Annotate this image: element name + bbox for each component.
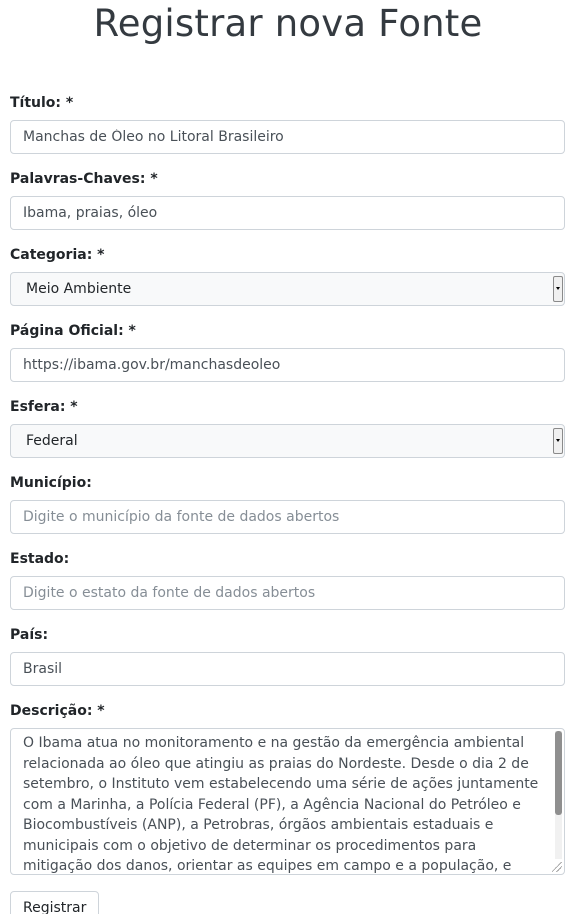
- pais-input[interactable]: [10, 652, 565, 686]
- field-titulo: Título: *: [10, 94, 566, 154]
- titulo-label: Título: *: [10, 95, 74, 111]
- esfera-selected-value: Federal: [26, 433, 78, 449]
- municipio-label: Município:: [10, 475, 92, 491]
- registrar-button[interactable]: Registrar: [10, 891, 100, 914]
- field-esfera: Esfera: * Federal: [10, 398, 566, 458]
- field-pais: País:: [10, 626, 566, 686]
- descricao-label: Descrição: *: [10, 703, 105, 719]
- field-estado: Estado:: [10, 550, 566, 610]
- pagina-oficial-label: Página Oficial: *: [10, 323, 136, 339]
- field-palavras-chaves: Palavras-Chaves: *: [10, 170, 566, 230]
- palavras-chaves-input[interactable]: [10, 196, 565, 230]
- palavras-chaves-label: Palavras-Chaves: *: [10, 171, 158, 187]
- titulo-input[interactable]: [10, 120, 565, 154]
- categoria-select[interactable]: Meio Ambiente: [10, 272, 565, 306]
- register-source-form: Título: * Palavras-Chaves: * Categoria: …: [10, 94, 566, 914]
- chevron-down-icon[interactable]: [553, 428, 563, 454]
- estado-input[interactable]: [10, 576, 565, 610]
- descricao-textarea[interactable]: O Ibama atua no monitoramento e na gestã…: [10, 728, 565, 875]
- pais-label: País:: [10, 627, 49, 643]
- municipio-input[interactable]: [10, 500, 565, 534]
- esfera-select[interactable]: Federal: [10, 424, 565, 458]
- descricao-scrollbar[interactable]: [555, 731, 562, 859]
- descricao-scroll-thumb[interactable]: [555, 731, 562, 815]
- descricao-text: O Ibama atua no monitoramento e na gestã…: [23, 735, 539, 874]
- page-title: Registrar nova Fonte: [93, 2, 483, 45]
- categoria-selected-value: Meio Ambiente: [26, 281, 132, 297]
- esfera-label: Esfera: *: [10, 399, 78, 415]
- field-municipio: Município:: [10, 474, 566, 534]
- field-pagina-oficial: Página Oficial: *: [10, 322, 566, 382]
- register-source-page: Registrar nova Fonte Título: * Palavras-…: [0, 0, 574, 914]
- pagina-oficial-input[interactable]: [10, 348, 565, 382]
- estado-label: Estado:: [10, 551, 70, 567]
- categoria-label: Categoria: *: [10, 247, 105, 263]
- chevron-down-icon[interactable]: [553, 276, 563, 302]
- field-descricao: Descrição: * O Ibama atua no monitoramen…: [10, 702, 566, 875]
- field-categoria: Categoria: * Meio Ambiente: [10, 246, 566, 306]
- resize-handle-icon[interactable]: [552, 862, 562, 872]
